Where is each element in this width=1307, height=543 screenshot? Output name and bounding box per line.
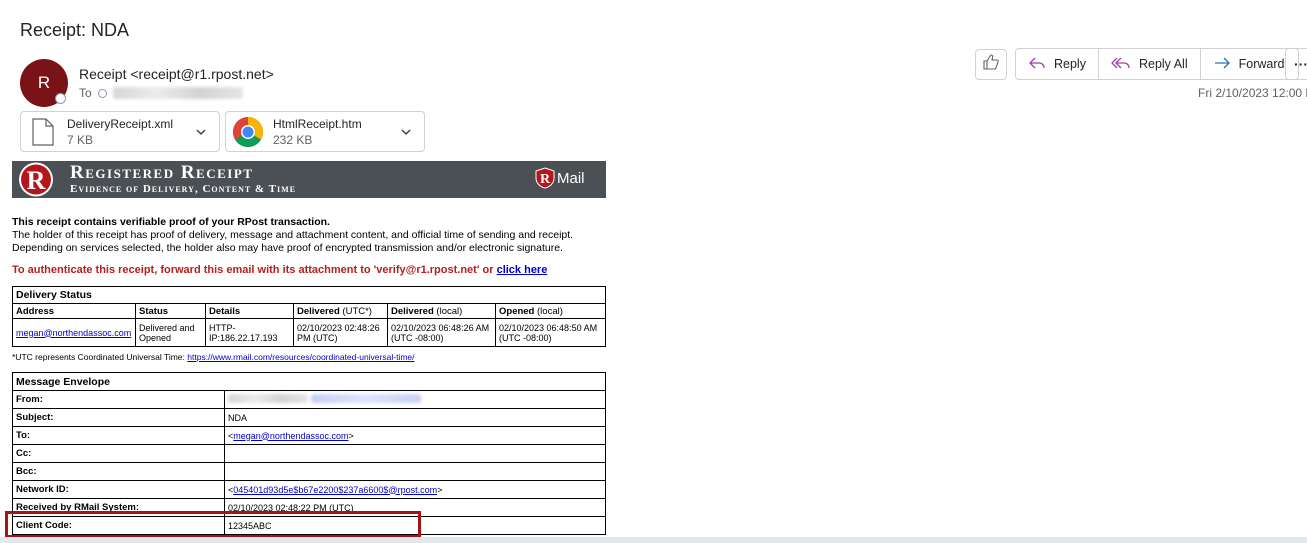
cc-label: Cc: — [12, 444, 225, 463]
recipient-presence-icon — [97, 88, 107, 98]
forward-label: Forward — [1238, 57, 1285, 71]
email-date: Fri 2/10/2023 12:00 P — [1198, 86, 1307, 100]
attachment-size: 7 KB — [67, 132, 94, 147]
reply-all-label: Reply All — [1138, 57, 1188, 71]
email-subject: Receipt: NDA — [20, 20, 130, 40]
reply-label: Reply — [1054, 57, 1086, 71]
delivered-local: 02/10/2023 06:48:26 AM (UTC -08:00) — [387, 318, 496, 347]
address-link[interactable]: megan@northendassoc.com — [16, 328, 131, 338]
utc-link[interactable]: https://www.rmail.com/resources/coordina… — [187, 352, 414, 362]
click-here-link[interactable]: click here — [497, 264, 548, 276]
bcc-label: Bcc: — [12, 462, 225, 481]
receipt-intro: This receipt contains verifiable proof o… — [12, 216, 606, 255]
attachment-size: 232 KB — [273, 132, 313, 147]
delivery-status-table: Delivery Status Address Status Details D… — [12, 286, 606, 347]
receipt-banner: R Registered Receipt Evidence of Deliver… — [12, 161, 606, 198]
column-header: Address — [12, 303, 136, 319]
delivery-details: HTTP-IP:186.22.17.193 — [205, 318, 294, 347]
recipient-redacted[interactable] — [112, 87, 243, 99]
opened-local: 02/10/2023 06:48:50 AM (UTC -08:00) — [495, 318, 606, 347]
subject-label: Subject: — [12, 408, 225, 427]
client-code-highlight — [5, 511, 421, 538]
like-button[interactable] — [975, 49, 1007, 80]
file-icon — [31, 117, 55, 147]
forward-icon — [1213, 56, 1231, 73]
to-link[interactable]: megan@northendassoc.com — [233, 431, 348, 441]
envelope-title: Message Envelope — [12, 372, 606, 391]
rmail-logo: R Mail — [535, 167, 585, 189]
column-header: Delivered (UTC*) — [293, 303, 388, 319]
cc-value — [224, 444, 606, 463]
more-icon: ··· — [1294, 56, 1307, 72]
reply-icon — [1028, 56, 1046, 73]
network-id-link[interactable]: 045401d93d5e$b67e2200$237a6600$@rpost.co… — [233, 485, 437, 495]
banner-title: Registered Receipt — [70, 162, 254, 183]
table-row: megan@northendassoc.com Delivered and Op… — [12, 318, 606, 347]
column-header: Details — [205, 303, 294, 319]
attachment-name: HtmlReceipt.htm — [273, 116, 362, 131]
table-row: From: — [12, 390, 606, 409]
auth-text: To authenticate this receipt, forward th… — [12, 264, 497, 276]
intro-line: Depending on services selected, the hold… — [12, 242, 563, 254]
bcc-value — [224, 462, 606, 481]
more-actions-button[interactable]: ··· — [1285, 48, 1307, 80]
thumbs-up-icon — [982, 53, 1000, 76]
utc-note: *UTC represents Coordinated Universal Ti… — [12, 352, 415, 362]
presence-status-icon — [55, 93, 66, 104]
table-row: To: <megan@northendassoc.com> — [12, 426, 606, 445]
chrome-icon — [231, 116, 265, 147]
column-header: Status — [135, 303, 206, 319]
rmail-brand: Mail — [557, 169, 585, 187]
forward-button[interactable]: Forward — [1201, 49, 1299, 79]
subject-value: NDA — [224, 408, 606, 427]
taskbar — [0, 537, 1307, 543]
reply-button[interactable]: Reply — [1016, 49, 1099, 79]
delivery-status-title: Delivery Status — [12, 286, 606, 304]
attachment-name: DeliveryReceipt.xml — [67, 116, 174, 131]
banner-subtitle: Evidence of Delivery, Content & Time — [70, 183, 296, 195]
table-row: Subject: NDA — [12, 408, 606, 427]
svg-text:R: R — [27, 166, 46, 195]
reply-all-button[interactable]: Reply All — [1099, 49, 1201, 79]
rpost-logo-icon: R — [14, 162, 58, 198]
delivery-status: Delivered and Opened — [135, 318, 206, 347]
to-value: <megan@northendassoc.com> — [224, 426, 606, 445]
network-id-value: <045401d93d5e$b67e2200$237a6600$@rpost.c… — [224, 480, 606, 499]
delivered-utc: 02/10/2023 02:48:26 PM (UTC) — [293, 318, 388, 347]
svg-text:R: R — [540, 172, 551, 187]
from-value — [224, 390, 606, 409]
to-row: To — [79, 86, 243, 100]
avatar-initial: R — [37, 73, 51, 92]
intro-heading: This receipt contains verifiable proof o… — [12, 216, 330, 228]
rmail-shield-icon: R — [535, 167, 555, 189]
delivery-address: megan@northendassoc.com — [12, 318, 136, 347]
message-actions: Reply Reply All Forward — [1015, 48, 1300, 80]
reply-all-icon — [1111, 56, 1131, 73]
chevron-down-icon[interactable] — [400, 125, 412, 143]
intro-line: The holder of this receipt has proof of … — [12, 229, 574, 241]
to-label: To — [79, 86, 92, 100]
authenticate-notice: To authenticate this receipt, forward th… — [12, 264, 606, 276]
chevron-down-icon[interactable] — [195, 125, 207, 143]
column-header: Delivered (local) — [387, 303, 496, 319]
from-label: From: — [12, 390, 225, 409]
table-row: Bcc: — [12, 462, 606, 481]
table-row: Network ID: <045401d93d5e$b67e2200$237a66… — [12, 480, 606, 499]
attachment-html-receipt[interactable]: HtmlReceipt.htm 232 KB — [225, 111, 425, 152]
network-id-label: Network ID: — [12, 480, 225, 499]
sender[interactable]: Receipt <receipt@r1.rpost.net> — [79, 66, 274, 82]
column-header: Opened (local) — [495, 303, 606, 319]
to-label: To: — [12, 426, 225, 445]
table-row: Cc: — [12, 444, 606, 463]
attachment-delivery-receipt[interactable]: DeliveryReceipt.xml 7 KB — [20, 111, 220, 152]
